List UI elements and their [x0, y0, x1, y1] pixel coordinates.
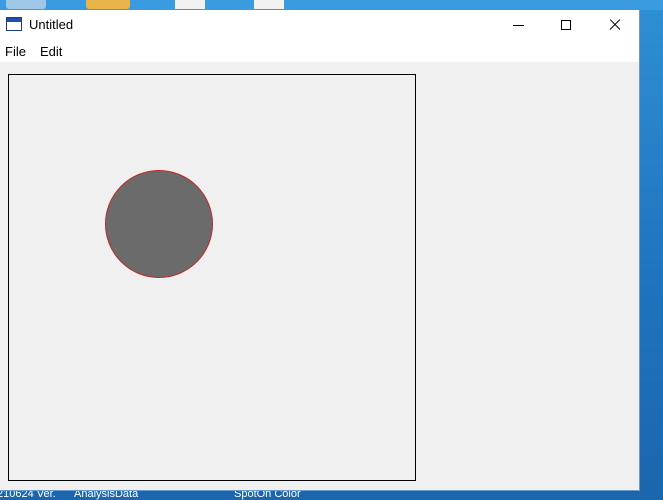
desktop-label[interactable]: AnalysisData [74, 491, 138, 500]
minimize-button[interactable] [495, 10, 541, 40]
app-window: Untitled File Edit [0, 10, 640, 491]
desktop-labels: 210624 Ver. AnalysisData SpotOn Color [0, 491, 663, 500]
menu-edit[interactable]: Edit [40, 44, 62, 59]
drawing-canvas[interactable] [8, 74, 416, 481]
file-icon[interactable] [175, 0, 205, 9]
circle-spot[interactable] [105, 170, 213, 278]
app-window-icon[interactable] [6, 17, 22, 31]
minimize-icon [512, 24, 524, 26]
desktop-strip [0, 0, 663, 10]
file-icon[interactable] [254, 0, 284, 9]
desktop-shortcut-icon[interactable] [6, 0, 46, 9]
title-bar[interactable]: Untitled [0, 10, 639, 40]
desktop-label[interactable]: SpotOn Color [234, 491, 301, 500]
folder-icon[interactable] [86, 0, 130, 9]
menu-file[interactable]: File [5, 44, 26, 59]
menu-bar: File Edit [0, 40, 639, 62]
maximize-icon [561, 20, 571, 30]
close-button[interactable] [592, 10, 638, 40]
desktop-label[interactable]: 210624 Ver. [0, 491, 56, 500]
close-icon [609, 19, 621, 31]
window-title: Untitled [29, 17, 74, 32]
maximize-button[interactable] [543, 10, 589, 40]
